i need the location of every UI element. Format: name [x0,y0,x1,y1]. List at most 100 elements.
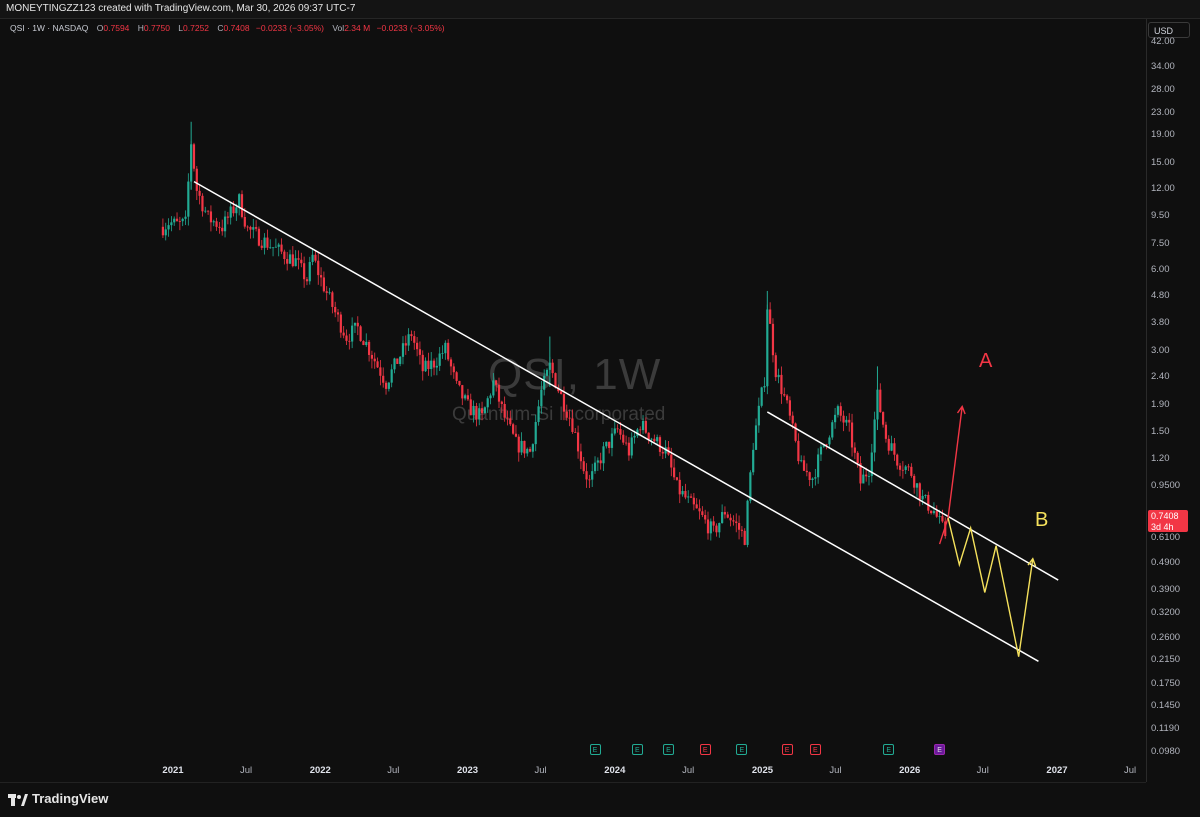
candle-body [365,341,368,346]
candle-body [785,395,789,401]
price-chart[interactable] [0,19,1146,782]
candle-body [554,373,557,388]
candle-body [624,442,628,444]
earnings-marker-icon[interactable]: E [699,744,711,755]
earnings-marker-icon[interactable]: E [883,744,895,755]
candle-body [351,325,354,342]
candle-body [565,411,568,418]
footer-bar [0,783,1200,817]
candle-body [461,385,464,399]
candle-body [913,475,916,488]
tradingview-logo[interactable]: TradingView [8,790,108,808]
x-tick-label: 2027 [1046,765,1068,776]
candle-body [466,395,470,400]
y-tick-label: 4.80 [1151,290,1170,302]
candle-body [737,523,741,530]
candle-body [901,469,904,471]
candle-body [523,440,526,454]
y-tick-label: 15.00 [1151,156,1175,168]
candle-body [277,244,280,247]
candle-body [215,221,218,227]
candle-body [608,441,611,448]
candle-body [887,438,890,451]
candle-body [367,341,371,355]
candle-body [763,386,766,388]
x-tick-label: Jul [1123,765,1137,776]
candle-body [396,358,399,364]
candle-body [777,374,780,378]
earnings-marker-icon[interactable]: E [934,744,946,755]
candle-body [201,195,204,212]
candle-body [890,443,893,451]
candle-body [362,341,365,346]
candle-body [656,437,659,442]
candle-body [288,254,292,264]
candle-body [480,408,484,414]
candle-body [495,380,498,385]
candle-body [627,442,631,456]
candle-body [616,428,619,430]
candle-body [732,520,735,522]
candle-body [255,227,258,229]
candle-body [647,432,650,440]
candle-body [390,369,393,383]
candle-body [387,382,390,389]
earnings-marker-icon[interactable]: E [736,744,748,755]
candle-body [551,362,554,374]
candle-body [783,394,786,396]
candle-body [828,437,831,445]
y-tick-label: 7.50 [1151,237,1170,249]
candle-body [373,358,376,362]
tradingview-logo-text: TradingView [32,791,109,806]
y-tick-label: 0.1190 [1151,723,1180,735]
candle-body [805,470,808,473]
x-tick-label: 2022 [309,765,331,776]
candle-body [356,322,359,327]
earnings-marker-icon[interactable]: E [809,744,821,755]
candle-body [170,222,173,226]
candle-body [252,227,255,230]
candle-body [848,419,851,423]
candle-body [842,415,845,423]
candle-body [938,516,941,517]
candle-body [452,366,455,373]
x-tick-label: Jul [976,765,989,776]
candle-body [610,433,614,448]
earnings-marker-icon[interactable]: E [781,744,793,755]
candle-body [831,422,834,438]
candle-body [238,194,241,208]
candle-body [300,259,303,264]
candle-body [212,221,215,223]
candle-body [681,490,684,495]
y-tick-label: 0.3200 [1151,607,1181,619]
candle-body [526,448,529,454]
candle-body [181,218,184,222]
candle-body [322,277,325,292]
earnings-marker-icon[interactable]: E [662,744,674,755]
candle-body [930,510,933,514]
candle-body [661,451,664,454]
candle-body [673,467,676,478]
y-tick-label: 0.2150 [1151,653,1181,665]
x-tick-label: Jul [534,765,547,776]
candle-body [512,424,515,434]
scenario-a-label: A [979,350,993,372]
chart-header-bar: MONEYTINGZZ123 created with TradingView.… [0,0,1200,19]
candle-body [492,380,495,396]
candle-body [752,449,755,473]
candle-body [187,181,190,217]
earnings-marker-icon[interactable]: E [589,744,601,755]
candle-body [342,332,345,336]
y-tick-label: 34.00 [1151,60,1175,72]
candle-body [904,466,907,471]
candle-body [226,216,229,218]
y-tick-label: 0.1450 [1151,700,1181,712]
earnings-marker-icon[interactable]: E [631,744,643,755]
y-tick-label: 0.4900 [1151,557,1181,569]
candle-body [935,511,938,517]
x-tick-label: Jul [682,765,695,776]
candle-body [921,495,924,500]
candle-body [735,521,738,524]
candle-body [602,446,605,464]
candle-body [543,375,546,390]
